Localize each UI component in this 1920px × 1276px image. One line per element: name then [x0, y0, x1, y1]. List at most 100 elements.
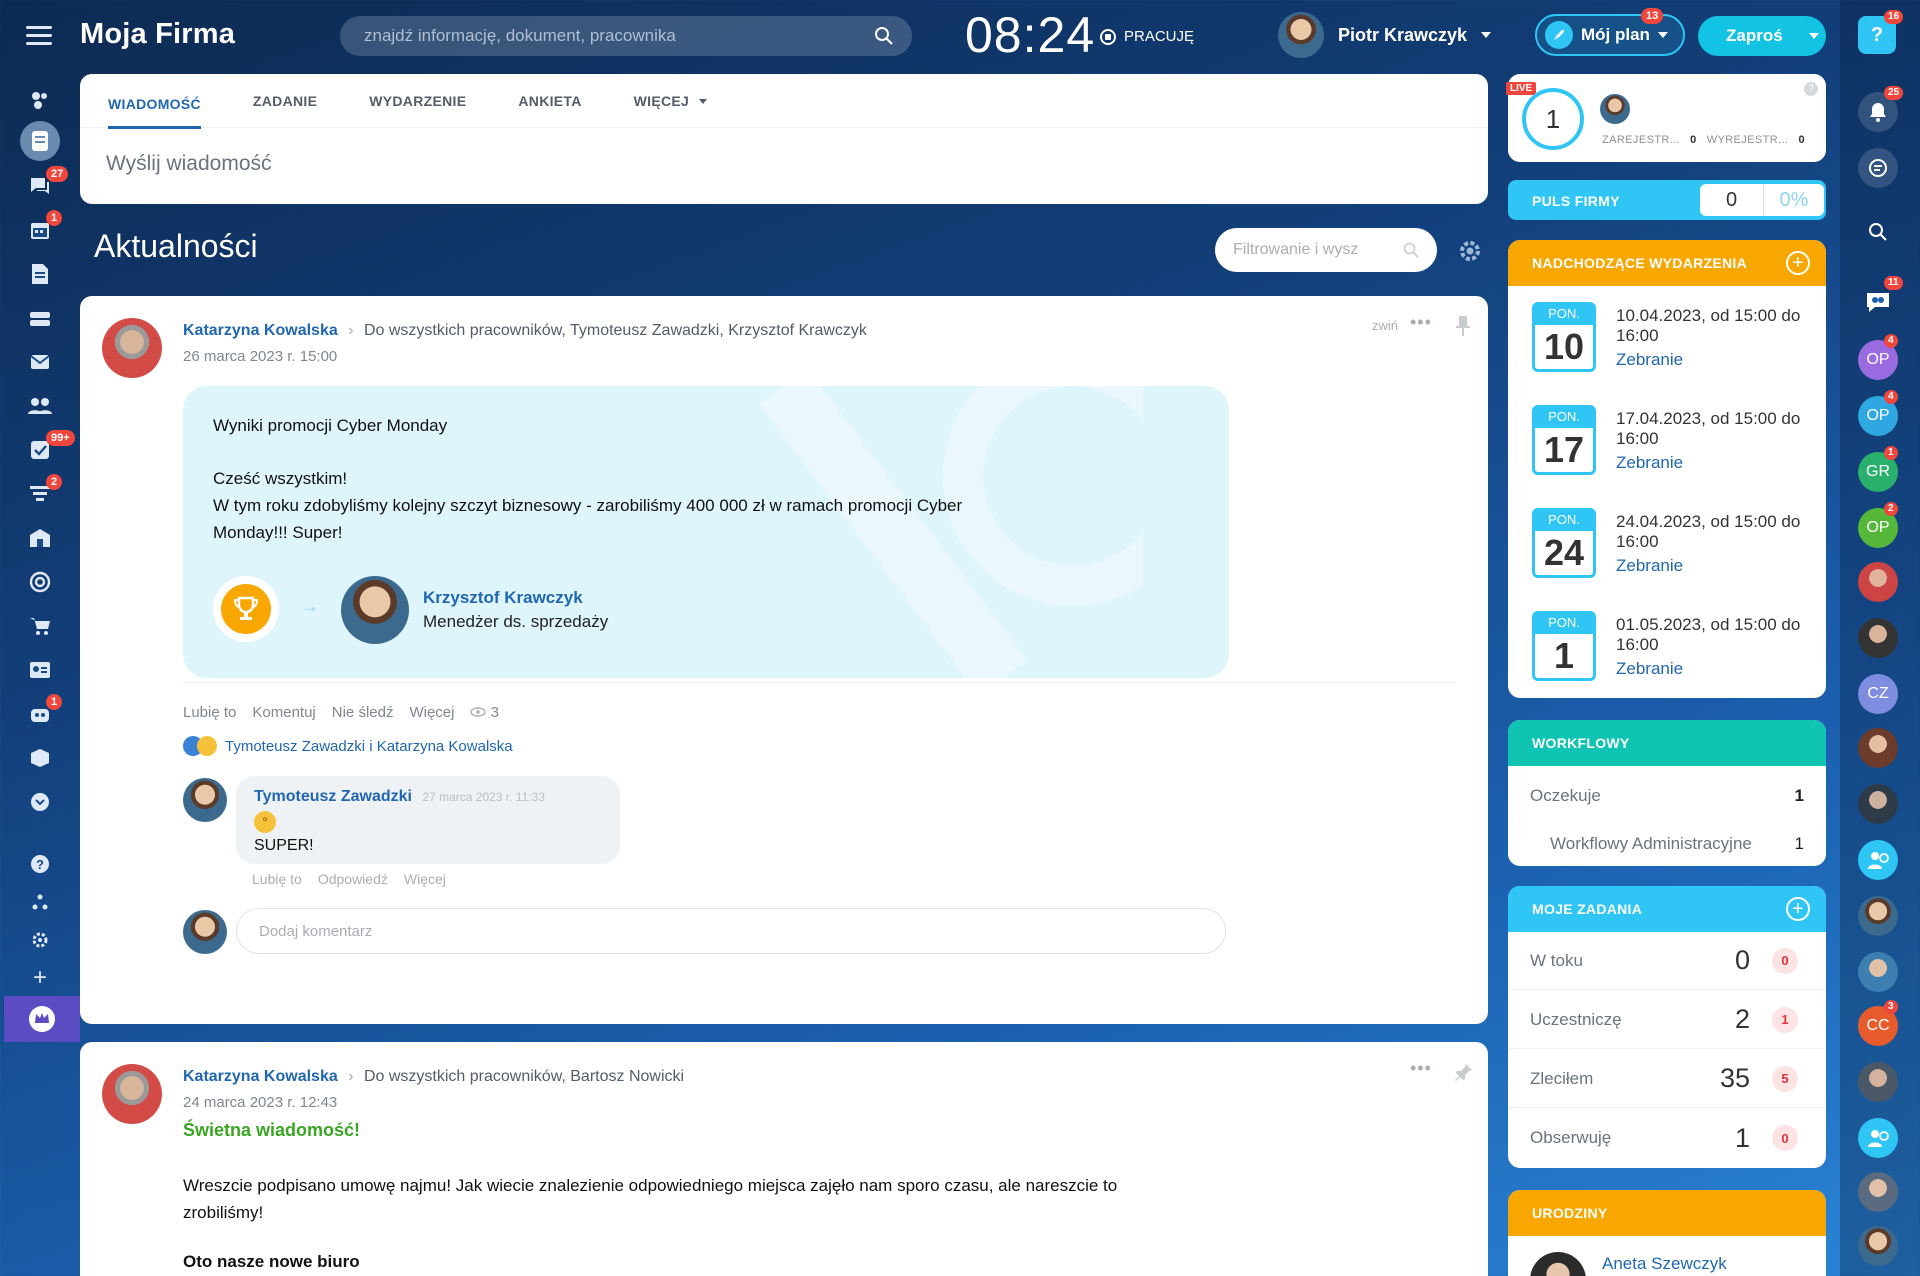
pin-icon[interactable]	[1454, 1062, 1474, 1082]
more-dots-icon[interactable]: •••	[1410, 1058, 1432, 1079]
chat-user-avatar[interactable]	[1858, 896, 1898, 936]
sitemap-icon[interactable]	[24, 84, 56, 116]
task-row[interactable]: Obserwuję 1 0	[1508, 1109, 1826, 1167]
drive-icon[interactable]	[24, 302, 56, 334]
settings-icon[interactable]	[24, 924, 56, 956]
comment-date[interactable]: 27 marca 2023 r. 11:33	[422, 790, 545, 804]
chat-user-avatar[interactable]	[1858, 952, 1898, 992]
post-date[interactable]: 26 marca 2023 r. 15:00	[183, 348, 337, 365]
event-item[interactable]: PON. 10 10.04.2023, od 15:00 do 16:00 Zeb…	[1532, 302, 1826, 382]
live-user-avatar[interactable]	[1600, 94, 1630, 124]
pin-icon[interactable]	[1456, 316, 1470, 336]
feed-icon[interactable]	[20, 121, 60, 161]
post-recipients[interactable]: Do wszystkich pracowników, Tymoteusz Zaw…	[364, 322, 867, 339]
post-date[interactable]: 24 marca 2023 r. 12:43	[183, 1094, 337, 1111]
reaction-icons[interactable]	[183, 736, 217, 756]
help-icon[interactable]: ? 16	[1858, 10, 1904, 54]
search-input[interactable]	[364, 26, 844, 46]
box-icon[interactable]	[24, 742, 56, 774]
global-search[interactable]	[340, 16, 912, 56]
user-clock-icon[interactable]	[1858, 840, 1898, 880]
cart-icon[interactable]	[24, 610, 56, 642]
user-menu[interactable]: Piotr Krawczyk	[1278, 12, 1492, 58]
menu-icon[interactable]	[26, 26, 52, 48]
birthday-avatar[interactable]	[1530, 1252, 1586, 1276]
chat-user-avatar[interactable]	[1858, 728, 1898, 768]
structure-icon[interactable]	[24, 886, 56, 918]
tab-event[interactable]: WYDARZENIE	[369, 93, 466, 109]
event-item[interactable]: PON. 17 17.04.2023, od 15:00 do 16:00 Zeb…	[1532, 405, 1826, 485]
event-item[interactable]: PON. 1 01.05.2023, od 15:00 do 16:00 Zebr…	[1532, 611, 1826, 691]
chat-avatar[interactable]: OP 4	[1858, 334, 1898, 380]
message-input[interactable]: Wyślij wiadomość	[80, 128, 1488, 200]
more-dots-icon[interactable]: •••	[1410, 312, 1432, 333]
more-button[interactable]: Więcej	[409, 704, 454, 721]
chat-user-avatar[interactable]	[1858, 1062, 1898, 1102]
birthday-name[interactable]: Aneta Szewczyk	[1602, 1254, 1727, 1274]
document-icon[interactable]	[24, 258, 56, 290]
app-title[interactable]: Moja Firma	[80, 18, 235, 51]
target-icon[interactable]	[24, 566, 56, 598]
tab-task[interactable]: ZADANIE	[253, 93, 317, 109]
chat-user-avatar[interactable]	[1858, 784, 1898, 824]
task-row[interactable]: Zleciłem 35 5	[1508, 1050, 1826, 1108]
views-counter[interactable]: 3	[470, 704, 499, 721]
group-chat-icon[interactable]: 11	[1858, 276, 1903, 322]
tasks-icon[interactable]: 99+	[24, 430, 75, 466]
author-avatar[interactable]	[102, 1064, 162, 1124]
chat-user-avatar[interactable]	[1858, 1226, 1898, 1266]
author-avatar[interactable]	[102, 318, 162, 378]
invite-button[interactable]: Zaproś	[1698, 16, 1826, 56]
comment-more-button[interactable]: Więcej	[404, 871, 446, 887]
company-icon[interactable]	[24, 522, 56, 554]
comment-button[interactable]: Komentuj	[252, 704, 315, 721]
event-name[interactable]: Zebranie	[1616, 659, 1683, 679]
chat-avatar[interactable]: GR 1	[1858, 446, 1898, 492]
author-name[interactable]: Katarzyna Kowalska	[183, 1068, 338, 1085]
chat-user-avatar[interactable]	[1858, 1172, 1898, 1212]
post-recipients[interactable]: Do wszystkich pracowników, Bartosz Nowic…	[364, 1068, 684, 1085]
comment-author[interactable]: Tymoteusz Zawadzki	[254, 788, 412, 805]
add-comment-input[interactable]: Dodaj komentarz	[236, 908, 1226, 954]
award-name[interactable]: Krzysztof Krawczyk	[423, 588, 583, 608]
chat-avatar[interactable]: CC 3	[1858, 1000, 1898, 1046]
event-name[interactable]: Zebranie	[1616, 453, 1683, 473]
more-chevron-icon[interactable]	[24, 786, 56, 818]
messages-icon[interactable]	[1858, 148, 1898, 188]
gear-icon[interactable]	[1457, 238, 1483, 264]
help-icon[interactable]: ?	[1804, 82, 1818, 96]
crm-funnel-icon[interactable]: 2	[24, 474, 63, 510]
work-status[interactable]: PRACUJĘ	[1100, 28, 1194, 45]
calendar-icon[interactable]: 1	[24, 210, 63, 246]
company-pulse[interactable]: PULS FIRMY 0 0%	[1508, 180, 1826, 220]
event-name[interactable]: Zebranie	[1616, 350, 1683, 370]
add-icon[interactable]: +	[24, 962, 56, 994]
tab-message[interactable]: WIADOMOŚĆ	[108, 76, 201, 129]
tab-more[interactable]: WIĘCEJ	[634, 93, 708, 109]
chat-user-avatar[interactable]	[1858, 562, 1898, 602]
task-row[interactable]: W toku 0 0	[1508, 932, 1826, 990]
likes-list[interactable]: Tymoteusz Zawadzki i Katarzyna Kowalska	[225, 738, 513, 755]
task-row[interactable]: Uczestniczę 2 1	[1508, 991, 1826, 1049]
comment-reply-button[interactable]: Odpowiedź	[318, 871, 388, 887]
live-count[interactable]: 1	[1522, 88, 1584, 150]
add-task-icon[interactable]: +	[1786, 897, 1810, 921]
chat-avatar[interactable]: CZ	[1858, 674, 1898, 714]
workflow-row-label[interactable]: Workflowy Administracyjne	[1550, 834, 1752, 854]
like-button[interactable]: Lubię to	[183, 704, 236, 721]
chat-avatar[interactable]: OP 2	[1858, 502, 1898, 548]
crown-icon[interactable]	[4, 996, 80, 1042]
event-name[interactable]: Zebranie	[1616, 556, 1683, 576]
unfollow-button[interactable]: Nie śledź	[332, 704, 394, 721]
workflow-row-label[interactable]: Oczekuje	[1530, 786, 1601, 806]
chat-icon[interactable]: 27	[24, 166, 69, 202]
chat-avatar[interactable]: OP 4	[1858, 390, 1898, 436]
add-event-icon[interactable]: +	[1786, 251, 1810, 275]
commenter-avatar[interactable]	[183, 778, 227, 822]
bell-icon[interactable]: 25	[1858, 86, 1904, 132]
employees-icon[interactable]	[24, 390, 56, 422]
search-icon[interactable]	[874, 26, 894, 46]
feed-filter-input[interactable]: Filtrowanie i wysz	[1215, 228, 1437, 272]
user-clock-icon[interactable]	[1858, 1118, 1898, 1158]
award-avatar[interactable]	[341, 576, 409, 644]
